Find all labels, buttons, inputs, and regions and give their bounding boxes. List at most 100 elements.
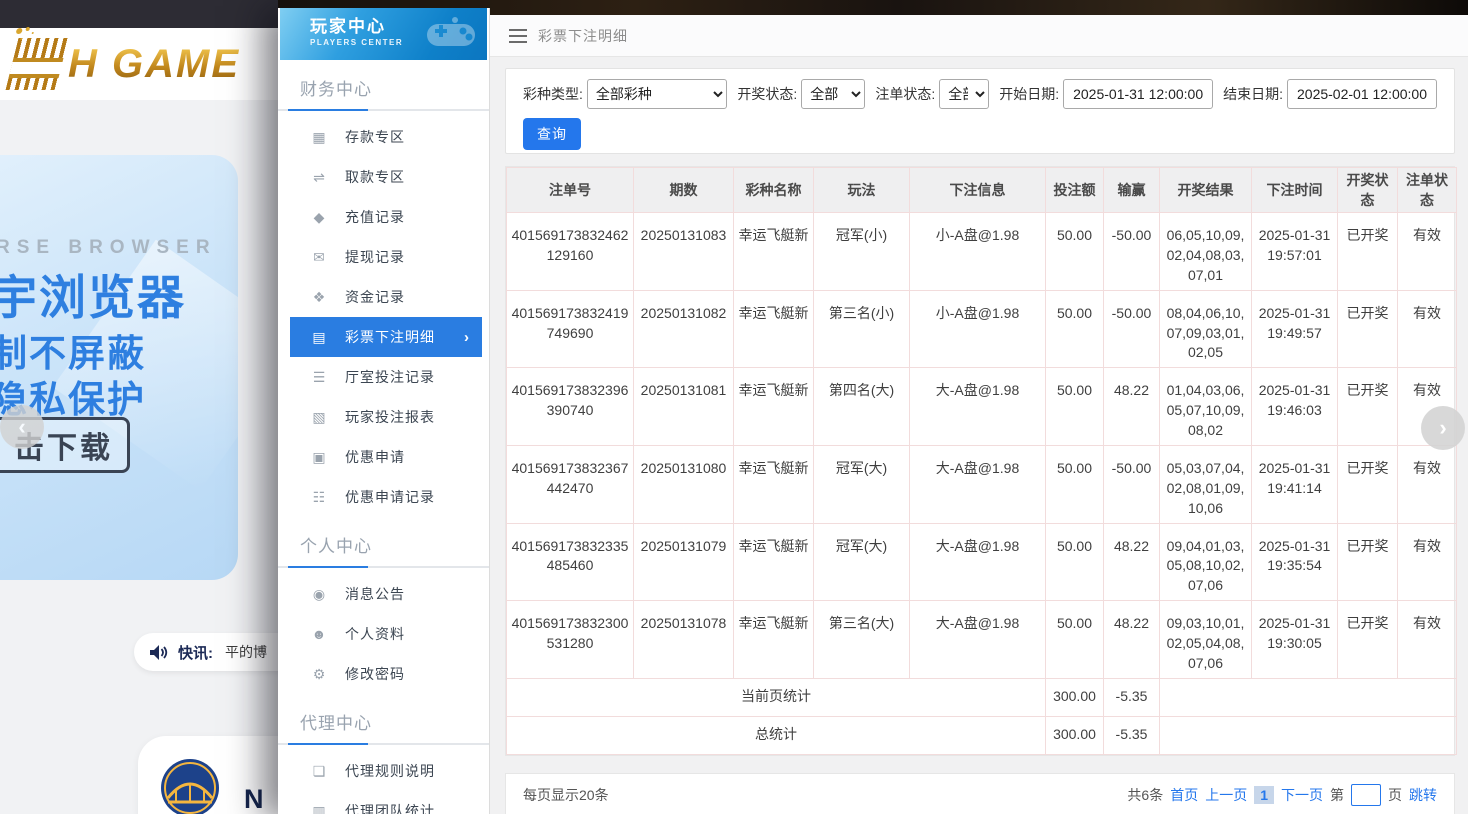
total-count-label: 共6条 [1127,785,1163,805]
cell-order-status: 有效 [1398,445,1457,523]
summary-winloss: -5.35 [1104,716,1160,754]
column-header-bet-time: 下注时间 [1252,168,1338,213]
cell-bet-time: 2025-01-31 19:35:54 [1252,523,1338,601]
sidebar-item-label: 代理团队统计 [345,801,435,814]
hamburger-menu-icon[interactable] [509,29,527,43]
news-card-letter: N [244,784,264,814]
sidebar-item[interactable]: ☷优惠申请记录› [290,477,482,517]
sidebar-item[interactable]: ◉消息公告› [290,574,482,614]
cell-order-status: 有效 [1398,213,1457,291]
sidebar-item-label: 彩票下注明细 [345,327,435,347]
cell-win-loss: 48.22 [1104,523,1160,601]
chevron-right-icon: › [464,329,469,346]
withdraw-icon: ⇌ [310,169,328,186]
first-page-link[interactable]: 首页 [1170,785,1198,805]
cell-bet-time: 2025-01-31 19:57:01 [1252,213,1338,291]
cell-lottery-name: 幸运飞艇新 [734,368,814,446]
search-button[interactable]: 查询 [523,118,581,150]
deposit-icon: ▦ [310,129,328,146]
sidebar-item[interactable]: ▣优惠申请› [290,437,482,477]
sidebar-item[interactable]: ⚙修改密码› [290,654,482,694]
column-header-amount: 投注额 [1046,168,1104,213]
cell-bet-info: 小-A盘@1.98 [910,290,1046,368]
cell-order-status: 有效 [1398,601,1457,679]
content-area: 彩种类型: 全部彩种 开奖状态: 全部 注单状态: 全部 开始日期: [490,57,1468,814]
sidebar-item[interactable]: ▦存款专区› [290,117,482,157]
column-header-period: 期数 [634,168,734,213]
cell-draw-status: 已开奖 [1338,368,1398,446]
cell-period: 20250131079 [634,523,734,601]
sidebar-item[interactable]: ✉提现记录› [290,237,482,277]
table-row: 40156917383246212916020250131083幸运飞艇新冠军(… [507,213,1457,291]
per-page-label: 每页显示20条 [523,785,609,805]
cell-bet-info: 大-A盘@1.98 [910,445,1046,523]
sidebar-item[interactable]: ⇌取款专区› [290,157,482,197]
sidebar-section: 代理中心 ❏代理规则说明›▥代理团队统计› [278,709,489,814]
sidebar-section-label: 财务中心 [278,75,489,100]
sidebar-item[interactable]: ▧玩家投注报表› [290,397,482,437]
cell-draw-result: 05,03,07,04,02,08,01,09,10,06 [1160,445,1252,523]
sidebar-section-label: 代理中心 [278,709,489,734]
cell-lottery-name: 幸运飞艇新 [734,290,814,368]
end-date-input[interactable] [1287,79,1437,109]
cell-bet-info: 小-A盘@1.98 [910,213,1046,291]
cell-amount: 50.00 [1046,601,1104,679]
sidebar-item-label: 优惠申请记录 [345,487,435,507]
cell-play: 第四名(大) [814,368,910,446]
sidebar-item-label: 提现记录 [345,247,405,267]
team-logo-icon [160,758,220,814]
sidebar-item[interactable]: ▤ 彩票下注明细 › [290,317,482,357]
jump-button[interactable]: 跳转 [1409,785,1437,805]
order-status-select[interactable]: 全部 [939,79,989,109]
sidebar-item[interactable]: ▥代理团队统计› [290,791,482,814]
carousel-next-chevron[interactable]: › [1421,406,1465,450]
main-header: 彩票下注明细 [490,15,1468,57]
ticker-label: 快讯: [178,642,213,663]
summary-amount: 300.00 [1046,716,1104,754]
start-date-label: 开始日期: [999,84,1059,104]
jump-suffix-label: 页 [1388,785,1402,805]
funds-record-icon: ❖ [310,289,328,306]
player-bet-report-icon: ▧ [310,409,328,426]
prev-page-link[interactable]: 上一页 [1205,785,1247,805]
cell-play: 冠军(小) [814,213,910,291]
sidebar-item-label: 资金记录 [345,287,405,307]
cell-bet-info: 大-A盘@1.98 [910,601,1046,679]
section-divider [278,743,489,745]
sidebar-item[interactable]: ❏代理规则说明› [290,751,482,791]
summary-label: 总统计 [507,716,1046,754]
lottery-bet-detail-icon: ▤ [310,329,328,346]
cell-draw-result: 08,04,06,10,07,09,03,01,02,05 [1160,290,1252,368]
speaker-icon [150,644,169,661]
start-date-input[interactable] [1063,79,1213,109]
next-page-link[interactable]: 下一页 [1281,785,1323,805]
draw-status-select[interactable]: 全部 [801,79,865,109]
page-number-input[interactable] [1351,784,1381,806]
sidebar-item[interactable]: ☰厅室投注记录› [290,357,482,397]
cell-bet-no: 401569173832335485460 [507,523,634,601]
cell-draw-status: 已开奖 [1338,445,1398,523]
sidebar-item-label: 优惠申请 [345,447,405,467]
draw-status-label: 开奖状态: [737,84,797,104]
table-row: 40156917383233548546020250131079幸运飞艇新冠军(… [507,523,1457,601]
sidebar-item[interactable]: ❖资金记录› [290,277,482,317]
cell-amount: 50.00 [1046,368,1104,446]
sidebar-header: 玩家中心 PLAYERS CENTER [280,8,487,60]
cell-win-loss: -50.00 [1104,290,1160,368]
sidebar-collapse-chevron[interactable]: ‹ [0,405,44,449]
lottery-type-select[interactable]: 全部彩种 [587,79,727,109]
sidebar-item[interactable]: ◆充值记录› [290,197,482,237]
sidebar-item[interactable]: ☻个人资料› [290,614,482,654]
cell-bet-no: 401569173832300531280 [507,601,634,679]
sidebar-item-label: 个人资料 [345,624,405,644]
summary-empty [1160,678,1457,716]
summary-row: 当前页统计300.00-5.35 [507,678,1457,716]
jump-prefix-label: 第 [1330,785,1344,805]
sidebar-section: 财务中心 ▦存款专区›⇌取款专区›◆充值记录›✉提现记录› ❖ 资金记录 › ▤ 彩票下注明… [278,75,489,517]
sidebar-section-label: 个人中心 [278,532,489,557]
column-header-bet-info: 下注信息 [910,168,1046,213]
document-icon: ❏ [310,763,328,780]
cell-amount: 50.00 [1046,445,1104,523]
gamepad-icon [425,16,477,50]
current-page-badge: 1 [1254,786,1274,804]
